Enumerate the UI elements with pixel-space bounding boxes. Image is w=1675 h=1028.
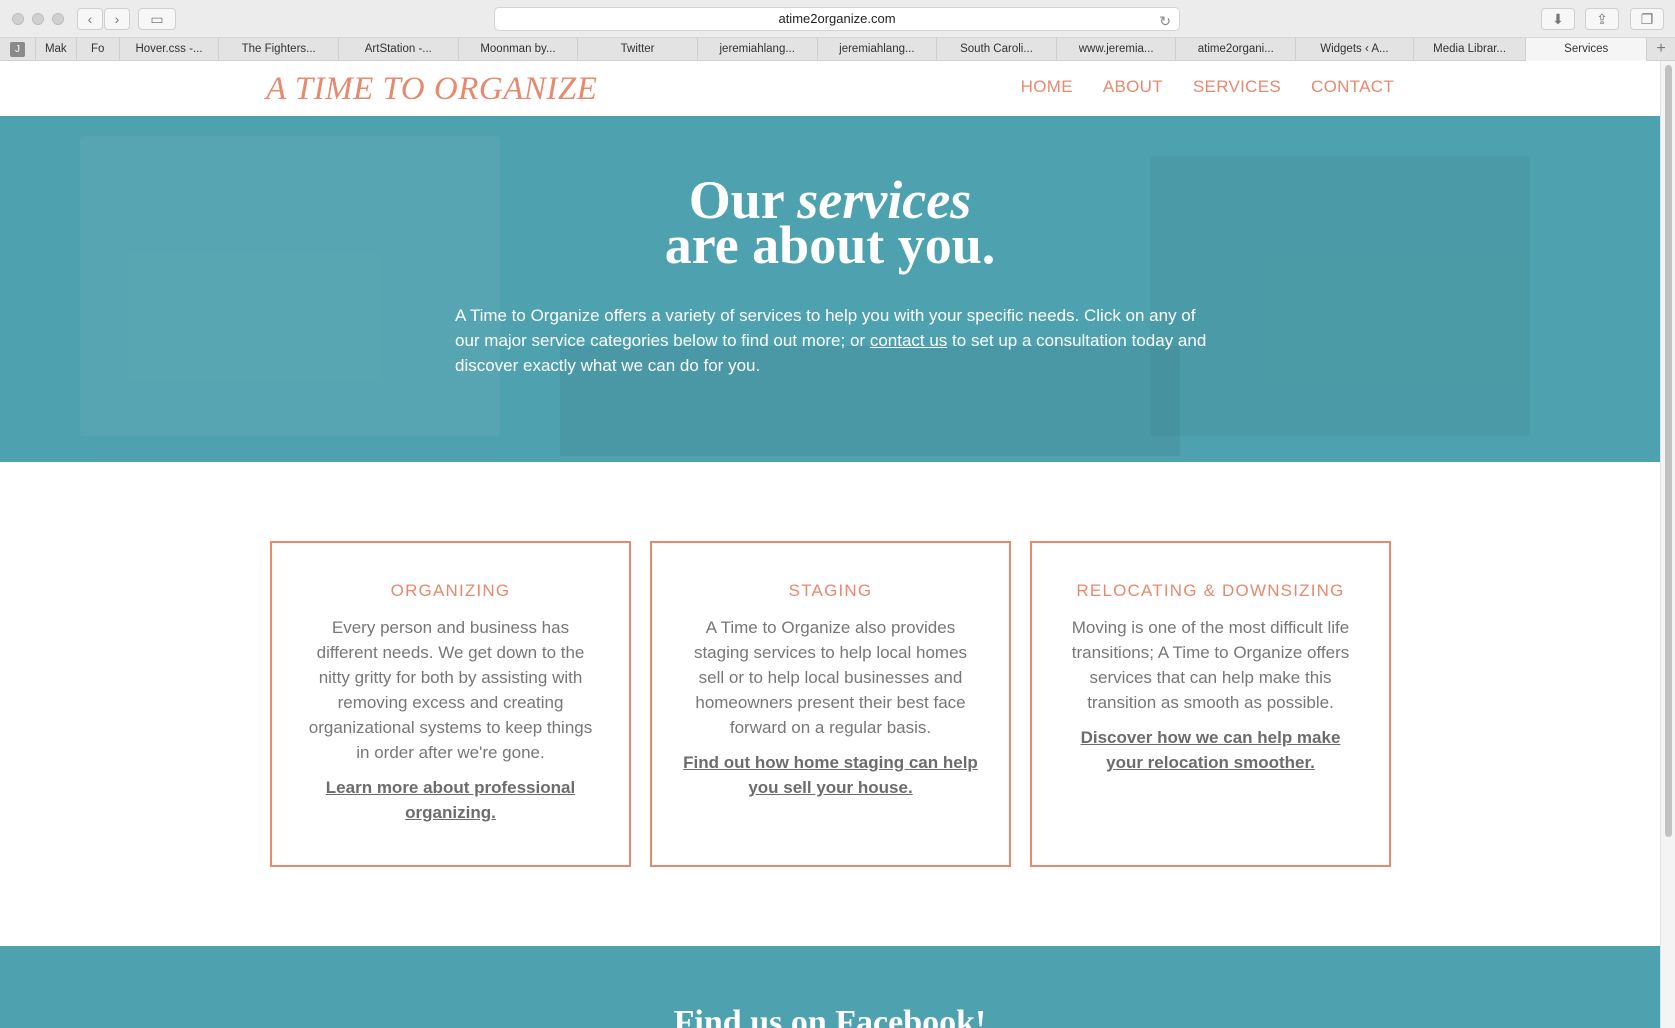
tab-overview-button[interactable]: ❐: [1630, 8, 1664, 30]
download-icon: ⬇: [1552, 11, 1564, 27]
service-card-relocating: RELOCATING & DOWNSIZING Moving is one of…: [1030, 541, 1391, 867]
hero-title-line2: are about you.: [664, 215, 996, 275]
tab-bar: J Mak Fo Hover.css -... The Fighters... …: [0, 38, 1675, 61]
new-tab-button[interactable]: +: [1647, 38, 1675, 61]
share-button[interactable]: ⇪: [1585, 8, 1619, 30]
tab[interactable]: Mak: [36, 38, 77, 61]
reload-icon[interactable]: ↻: [1159, 10, 1171, 32]
downloads-button[interactable]: ⬇: [1541, 8, 1575, 30]
back-button[interactable]: ‹: [77, 8, 103, 30]
minimize-window-button[interactable]: [32, 13, 44, 25]
services-cards: ORGANIZING Every person and business has…: [270, 541, 1395, 867]
tab[interactable]: atime2organi...: [1176, 38, 1297, 61]
zoom-window-button[interactable]: [52, 13, 64, 25]
nav-about[interactable]: ABOUT: [1103, 77, 1163, 97]
tab[interactable]: Hover.css -...: [120, 38, 220, 61]
url-text: atime2organize.com: [778, 11, 896, 26]
nav-home[interactable]: HOME: [1021, 77, 1073, 97]
tab-active[interactable]: Services: [1526, 38, 1648, 61]
contact-us-link[interactable]: contact us: [870, 331, 948, 350]
service-title: RELOCATING & DOWNSIZING: [1076, 581, 1345, 600]
nav-contact[interactable]: CONTACT: [1311, 77, 1394, 97]
address-bar[interactable]: atime2organize.com ↻: [494, 7, 1180, 31]
main-nav: HOME ABOUT SERVICES CONTACT: [1021, 77, 1394, 97]
tab[interactable]: Widgets ‹ A...: [1296, 38, 1414, 61]
staging-link[interactable]: Find out how home staging can help you s…: [681, 750, 981, 800]
forward-button[interactable]: ›: [104, 8, 130, 30]
site-logo[interactable]: A TIME TO ORGANIZE: [266, 71, 597, 108]
service-description: Every person and business has different …: [308, 618, 593, 762]
browser-toolbar: ‹ › ▭ atime2organize.com ↻ ⬇ ⇪ ❐: [0, 0, 1675, 38]
share-icon: ⇪: [1596, 11, 1608, 27]
tab[interactable]: Fo: [77, 38, 120, 61]
facebook-heading: Find us on Facebook!: [673, 1004, 987, 1028]
page-scrollbar[interactable]: [1660, 61, 1675, 1028]
service-title: STAGING: [788, 581, 873, 600]
service-title: ORGANIZING: [390, 581, 511, 600]
web-page: A TIME TO ORGANIZE HOME ABOUT SERVICES C…: [0, 61, 1660, 1028]
tab[interactable]: The Fighters...: [219, 38, 339, 61]
service-description: A Time to Organize also provides staging…: [693, 618, 968, 737]
sidebar-icon: ▭: [150, 11, 164, 27]
site-header: A TIME TO ORGANIZE HOME ABOUT SERVICES C…: [0, 61, 1660, 116]
plus-icon: +: [1656, 40, 1666, 57]
favicon-icon: J: [10, 42, 25, 57]
chevron-right-icon: ›: [114, 11, 120, 27]
hero-title: Our services are about you.: [0, 173, 1660, 272]
tab[interactable]: Moonman by...: [459, 38, 579, 61]
tab[interactable]: jeremiahlang...: [698, 38, 818, 61]
chevron-left-icon: ‹: [87, 11, 93, 27]
tab[interactable]: Media Librar...: [1414, 38, 1527, 61]
facebook-section: Find us on Facebook!: [0, 946, 1660, 1028]
scrollbar-thumb[interactable]: [1665, 65, 1672, 837]
tabs-icon: ❐: [1640, 11, 1654, 27]
tab[interactable]: ArtStation -...: [339, 38, 459, 61]
tab[interactable]: jeremiahlang...: [818, 38, 938, 61]
close-window-button[interactable]: [12, 13, 24, 25]
tab[interactable]: South Caroli...: [937, 38, 1057, 61]
hero-section: Our services are about you. A Time to Or…: [0, 116, 1660, 462]
pinned-tab[interactable]: J: [0, 38, 36, 61]
relocating-link[interactable]: Discover how we can help make your reloc…: [1061, 725, 1361, 775]
nav-services[interactable]: SERVICES: [1193, 77, 1281, 97]
sidebar-toggle-button[interactable]: ▭: [138, 8, 176, 30]
hero-intro: A Time to Organize offers a variety of s…: [455, 303, 1215, 378]
service-card-staging: STAGING A Time to Organize also provides…: [650, 541, 1011, 867]
tab[interactable]: www.jeremia...: [1057, 38, 1177, 61]
tab[interactable]: Twitter: [578, 38, 698, 61]
service-description: Moving is one of the most difficult life…: [1071, 618, 1350, 712]
organizing-link[interactable]: Learn more about professional organizing…: [301, 775, 601, 825]
service-card-organizing: ORGANIZING Every person and business has…: [270, 541, 631, 867]
